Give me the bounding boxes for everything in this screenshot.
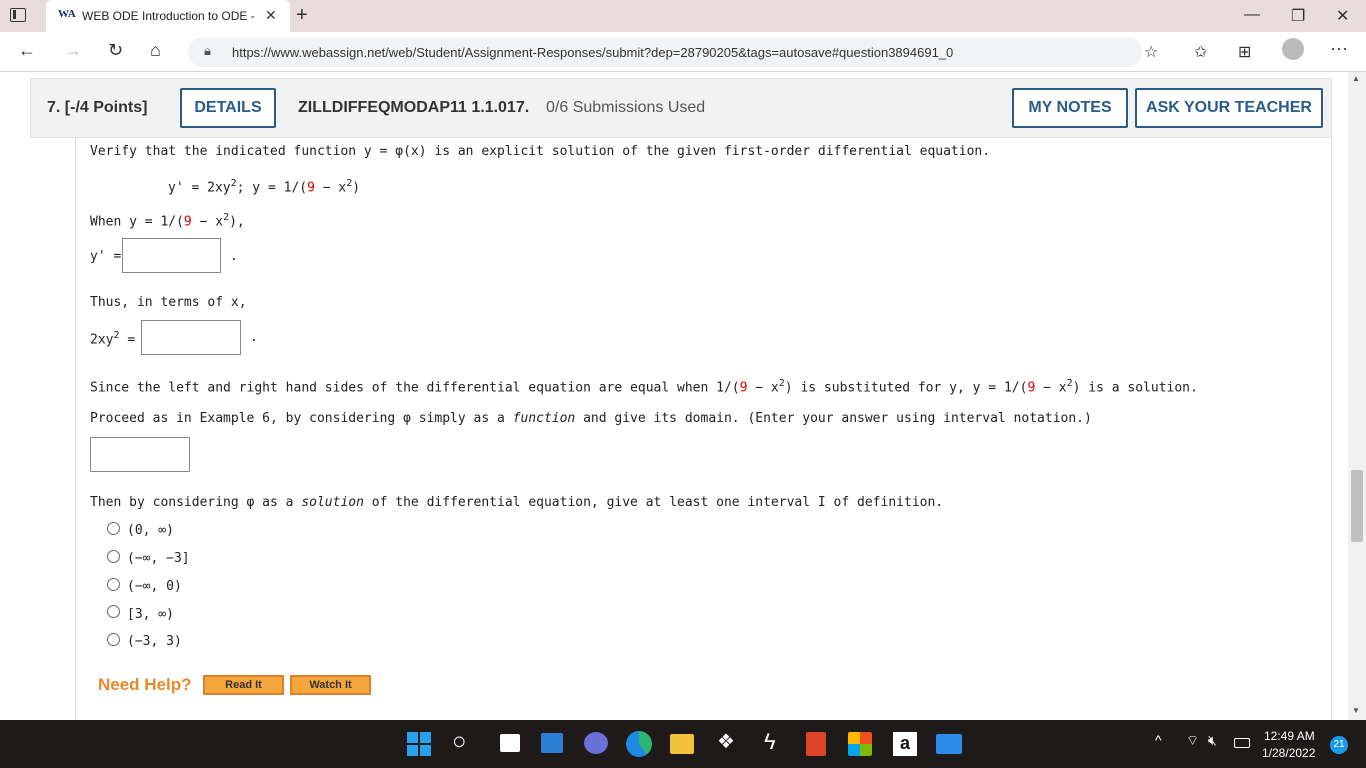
- webassign-favicon-icon: WA: [58, 8, 76, 20]
- page-content: 7. [-/4 Points] DETAILS ZILLDIFFEQMODAP1…: [0, 72, 1348, 720]
- mail-icon[interactable]: [936, 734, 962, 754]
- option-radio[interactable]: [107, 633, 120, 646]
- twoxy-input[interactable]: [141, 320, 241, 355]
- when-text: When y = 1/(9 − x2),: [90, 212, 245, 230]
- amazon-icon[interactable]: a: [893, 732, 917, 756]
- office-icon[interactable]: [806, 732, 826, 756]
- period-1: .: [230, 249, 238, 264]
- add-favorite-icon[interactable]: ☆: [1144, 42, 1158, 62]
- store-icon[interactable]: [848, 732, 872, 756]
- volume-muted-icon[interactable]: 🔇︎: [1208, 732, 1232, 756]
- taskbar-time[interactable]: 12:49 AM: [1264, 729, 1315, 743]
- lock-icon[interactable]: 🔒︎: [204, 43, 211, 59]
- browser-toolbar: ← → ↻ ⌂ 🔒︎ https://www.webassign.net/web…: [0, 32, 1366, 72]
- refresh-icon[interactable]: ↻: [108, 40, 123, 61]
- widgets-icon[interactable]: [541, 733, 563, 753]
- minimize-icon[interactable]: —: [1244, 6, 1260, 24]
- teams-chat-icon[interactable]: [584, 732, 608, 754]
- tab-close-icon[interactable]: ✕: [265, 7, 277, 24]
- scrollbar-thumb[interactable]: [1351, 470, 1363, 542]
- option-label[interactable]: (0, ∞): [127, 523, 174, 538]
- windows-taskbar: ○ ❖ ϟ a ^ ⌔ 🔇︎ 12:49 AM 1/28/2022 21: [0, 720, 1366, 768]
- scroll-up-icon[interactable]: ▲: [1352, 74, 1360, 83]
- option-label[interactable]: [3, ∞): [127, 607, 174, 622]
- option-label[interactable]: (−∞, −3]: [127, 551, 190, 566]
- show-hidden-icons-icon[interactable]: ^: [1155, 732, 1179, 756]
- tab-actions-icon[interactable]: [10, 8, 26, 22]
- submissions-used: 0/6 Submissions Used: [546, 99, 706, 116]
- question-code: ZILLDIFFEQMODAP11 1.1.017.: [298, 99, 530, 116]
- window-close-icon[interactable]: ✕: [1336, 6, 1349, 26]
- my-notes-button[interactable]: MY NOTES: [1012, 88, 1128, 128]
- favorites-icon[interactable]: ✩: [1194, 42, 1207, 62]
- option-radio[interactable]: [107, 522, 120, 535]
- new-tab-icon[interactable]: +: [296, 4, 308, 27]
- edge-browser-icon[interactable]: [626, 731, 652, 757]
- more-menu-icon[interactable]: ···: [1330, 38, 1348, 59]
- browser-title-bar: WA WEB ODE Introduction to ODE - ✕ + — ❐…: [0, 0, 1366, 32]
- question-number: 7. [-/4 Points]: [47, 99, 148, 116]
- tab-title: WEB ODE Introduction to ODE -: [82, 9, 255, 23]
- proceed-text: Proceed as in Example 6, by considering …: [90, 411, 1092, 426]
- ask-teacher-button[interactable]: ASK YOUR TEACHER: [1135, 88, 1323, 128]
- thus-text: Thus, in terms of x,: [90, 295, 247, 310]
- forward-arrow-icon[interactable]: →: [64, 40, 82, 61]
- since-text: Since the left and right hand sides of t…: [90, 378, 1198, 396]
- option-label[interactable]: (−∞, 0): [127, 579, 182, 594]
- dropbox-icon[interactable]: ❖: [717, 729, 741, 753]
- question-body: [75, 138, 1332, 720]
- lightning-app-icon[interactable]: ϟ: [764, 729, 788, 754]
- yprime-label: y' =: [90, 249, 122, 264]
- collections-icon[interactable]: ⊞: [1238, 42, 1251, 62]
- scroll-down-icon[interactable]: ▼: [1352, 706, 1360, 715]
- taskbar-date[interactable]: 1/28/2022: [1262, 746, 1315, 760]
- url-text[interactable]: https://www.webassign.net/web/Student/As…: [232, 45, 953, 60]
- period-2: .: [250, 330, 258, 345]
- file-explorer-icon[interactable]: [670, 734, 694, 754]
- battery-icon[interactable]: [1234, 738, 1250, 748]
- notification-badge[interactable]: 21: [1330, 736, 1348, 754]
- option-label[interactable]: (−3, 3): [127, 634, 182, 649]
- search-icon[interactable]: ○: [452, 728, 476, 755]
- need-help-label: Need Help?: [98, 675, 192, 694]
- windows-start-icon[interactable]: [407, 732, 431, 756]
- watch-it-button[interactable]: Watch It: [290, 675, 371, 695]
- wifi-icon[interactable]: ⌔: [1186, 732, 1210, 756]
- profile-avatar[interactable]: [1282, 38, 1304, 60]
- domain-input[interactable]: [90, 437, 190, 472]
- read-it-button[interactable]: Read It: [203, 675, 284, 695]
- details-button[interactable]: DETAILS: [180, 88, 276, 128]
- task-view-icon[interactable]: [500, 734, 520, 752]
- back-arrow-icon[interactable]: ←: [18, 40, 36, 61]
- yprime-input[interactable]: [122, 238, 221, 273]
- page-scrollbar[interactable]: ▲ ▼: [1348, 72, 1366, 720]
- question-header: 7. [-/4 Points] DETAILS ZILLDIFFEQMODAP1…: [30, 78, 1332, 138]
- home-icon[interactable]: ⌂: [150, 40, 161, 61]
- restore-icon[interactable]: ❐: [1291, 6, 1305, 26]
- option-radio[interactable]: [107, 605, 120, 618]
- browser-tab[interactable]: WA WEB ODE Introduction to ODE - ✕: [46, 0, 290, 32]
- address-bar[interactable]: 🔒︎ https://www.webassign.net/web/Student…: [188, 37, 1142, 67]
- intro-text: Verify that the indicated function y = φ…: [90, 144, 991, 159]
- equation: y' = 2xy2; y = 1/(9 − x2): [168, 178, 361, 196]
- option-radio[interactable]: [107, 550, 120, 563]
- twoxy-label: 2xy2 =: [90, 330, 136, 348]
- then-text: Then by considering φ as a solution of t…: [90, 495, 944, 510]
- option-radio[interactable]: [107, 578, 120, 591]
